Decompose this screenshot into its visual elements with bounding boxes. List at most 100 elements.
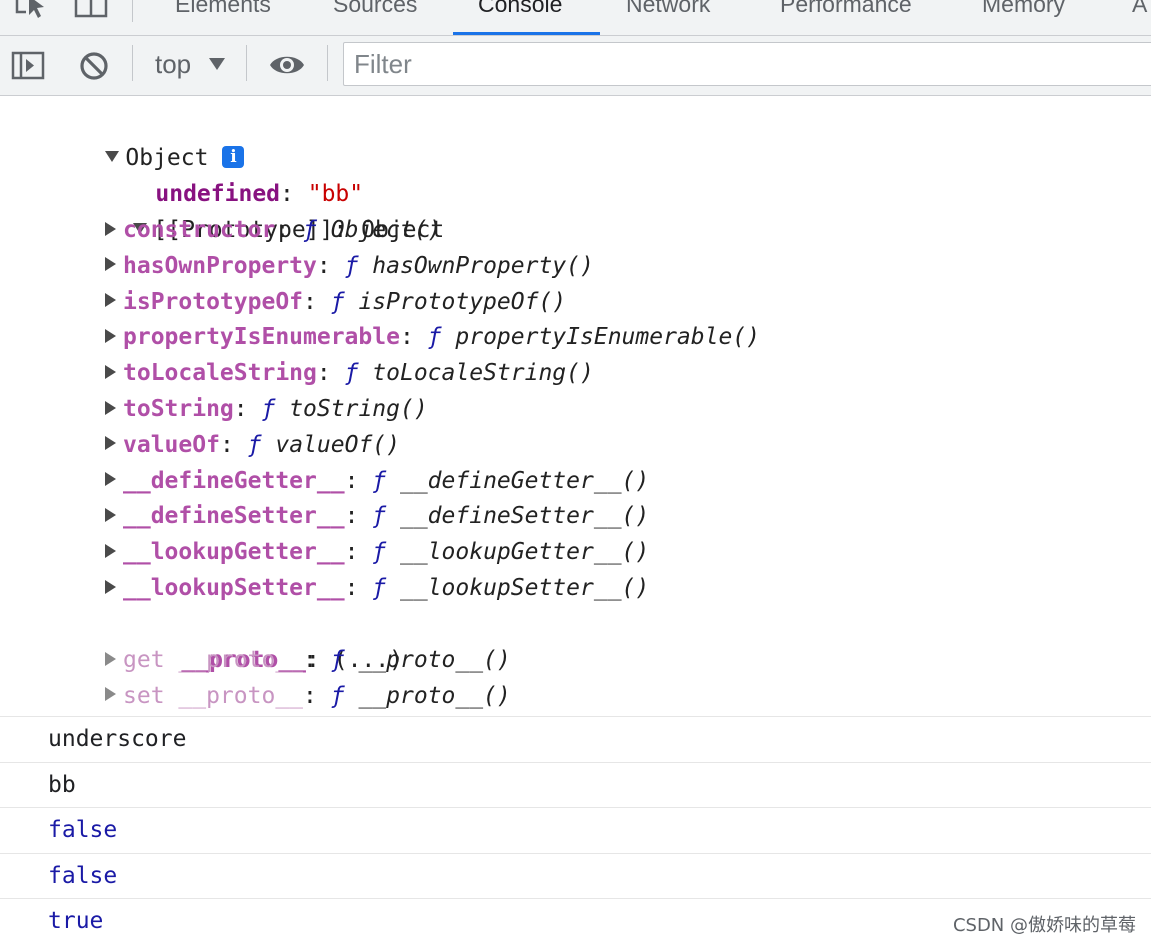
prototype-method-row[interactable]: toLocaleString: ƒ toLocaleString() (105, 355, 594, 391)
expand-right-icon[interactable] (105, 257, 116, 272)
toolbar-separator (246, 45, 247, 81)
console-message-text: false (48, 862, 118, 889)
tab-network[interactable]: Network (626, 0, 710, 18)
console-message: false (0, 807, 1151, 852)
tab-separator (132, 0, 133, 22)
prototype-method-row[interactable]: hasOwnProperty: ƒ hasOwnProperty() (105, 248, 594, 284)
prototype-method-row[interactable]: constructor: ƒ Object() (105, 212, 442, 248)
function-glyph: ƒ (372, 467, 387, 494)
prototype-method-row[interactable]: toString: ƒ toString() (105, 391, 428, 427)
property-key: __lookupSetter__ (123, 575, 345, 601)
proto-property-row[interactable]: __proto__: (...) (126, 606, 403, 673)
tab-elements[interactable]: Elements (175, 0, 271, 18)
function-signature: __proto__() (358, 647, 511, 673)
expand-right-icon[interactable] (105, 687, 116, 702)
filter-input[interactable] (344, 43, 1151, 85)
property-key: __defineSetter__ (123, 503, 345, 530)
function-glyph: ƒ (372, 503, 387, 530)
watermark: CSDN @傲娇味的草莓 (952, 915, 1136, 936)
own-property-row: undefined: "bb" (155, 181, 364, 207)
function-signature: toLocaleString() (372, 360, 594, 387)
function-signature: toString() (289, 396, 428, 422)
inspect-icon[interactable] (14, 0, 48, 24)
expand-right-icon[interactable] (105, 221, 116, 236)
prototype-method-row[interactable]: __lookupGetter__: ƒ __lookupGetter__() (105, 534, 649, 570)
expand-right-icon[interactable] (105, 364, 116, 379)
clear-console-icon[interactable] (78, 50, 110, 86)
dropdown-caret-icon[interactable] (208, 56, 226, 75)
expand-right-icon[interactable] (105, 472, 116, 487)
property-key: constructor (123, 217, 276, 243)
prototype-method-row[interactable]: __defineGetter__: ƒ __defineGetter__() (105, 463, 649, 499)
function-signature: isPrototypeOf() (358, 288, 567, 315)
function-glyph: ƒ (330, 682, 345, 709)
property-key: __lookupGetter__ (123, 539, 345, 566)
sidebar-toggle-icon[interactable] (11, 51, 47, 85)
tab-console[interactable]: Console (478, 0, 562, 18)
function-glyph: ƒ (372, 575, 387, 601)
tab-performance[interactable]: Performance (780, 0, 912, 18)
prototype-method-row[interactable]: propertyIsEnumerable: ƒ propertyIsEnumer… (105, 319, 760, 355)
filter-input-box (343, 42, 1151, 86)
accessor-key: get __proto__ (123, 647, 304, 673)
prototype-row[interactable]: [[Prototype]]: Object (78, 176, 444, 243)
function-glyph: ƒ (261, 396, 276, 422)
property-key: propertyIsEnumerable (123, 324, 400, 351)
toolbar-separator (327, 45, 328, 81)
expand-right-icon[interactable] (105, 651, 116, 666)
expand-right-icon[interactable] (105, 328, 116, 343)
property-key: valueOf (123, 431, 220, 458)
expand-right-icon[interactable] (105, 293, 116, 308)
expand-right-icon[interactable] (105, 436, 116, 451)
console-message-text: underscore (48, 726, 187, 752)
function-glyph: ƒ (330, 647, 345, 673)
console-message-text: true (48, 908, 104, 934)
function-signature: propertyIsEnumerable() (455, 324, 761, 351)
console-message-text: bb (48, 771, 76, 798)
function-signature: hasOwnProperty() (372, 252, 594, 279)
tab-memory[interactable]: Memory (982, 0, 1065, 18)
function-glyph: ƒ (303, 217, 317, 243)
function-glyph: ƒ (330, 288, 345, 315)
property-key: hasOwnProperty (123, 252, 317, 279)
tab-sources[interactable]: Sources (333, 0, 417, 18)
prototype-method-row[interactable]: __defineSetter__: ƒ __defineSetter__() (105, 498, 649, 534)
function-glyph: ƒ (372, 539, 387, 566)
prototype-method-row[interactable]: valueOf: ƒ valueOf() (105, 427, 400, 463)
tab-overflow[interactable]: A (1132, 0, 1147, 18)
function-signature: __lookupGetter__() (399, 539, 650, 566)
expand-right-icon[interactable] (105, 507, 116, 522)
function-signature: __proto__() (358, 682, 511, 709)
function-glyph: ƒ (344, 360, 359, 387)
console-message: bb (0, 761, 1151, 807)
property-key: toString (123, 396, 234, 422)
console-message-text: false (48, 817, 118, 843)
function-signature: __defineGetter__() (399, 467, 650, 494)
context-selector[interactable]: top (155, 49, 191, 80)
accessor-row[interactable]: get __proto__: ƒ __proto__() (105, 642, 511, 678)
expand-right-icon[interactable] (105, 400, 116, 415)
console-message: false (0, 852, 1151, 898)
expand-right-icon[interactable] (105, 543, 116, 558)
function-glyph: ƒ (427, 324, 442, 351)
property-key: isPrototypeOf (123, 288, 304, 315)
function-signature: __defineSetter__() (399, 503, 650, 530)
device-toggle-icon[interactable] (74, 0, 110, 24)
property-key: __defineGetter__ (123, 467, 345, 494)
property-key: toLocaleString (123, 360, 317, 387)
console-toolbar: top (0, 36, 1151, 96)
console-message: underscore (0, 716, 1151, 761)
eye-icon[interactable] (268, 52, 306, 82)
function-glyph: ƒ (247, 431, 262, 458)
accessor-key: set __proto__ (123, 682, 304, 709)
function-signature: __lookupSetter__() (399, 575, 650, 601)
prototype-method-row[interactable]: isPrototypeOf: ƒ isPrototypeOf() (105, 284, 566, 320)
function-signature: valueOf() (275, 431, 400, 458)
function-glyph: ƒ (344, 252, 359, 279)
object-header[interactable]: Object i (50, 104, 245, 171)
prototype-method-row[interactable]: __lookupSetter__: ƒ __lookupSetter__() (105, 570, 649, 606)
devtools-tab-bar: Elements Sources Console Network Perform… (0, 0, 1151, 36)
expand-right-icon[interactable] (105, 579, 116, 594)
function-signature: Object() (330, 217, 442, 243)
accessor-row[interactable]: set __proto__: ƒ __proto__() (105, 678, 511, 714)
